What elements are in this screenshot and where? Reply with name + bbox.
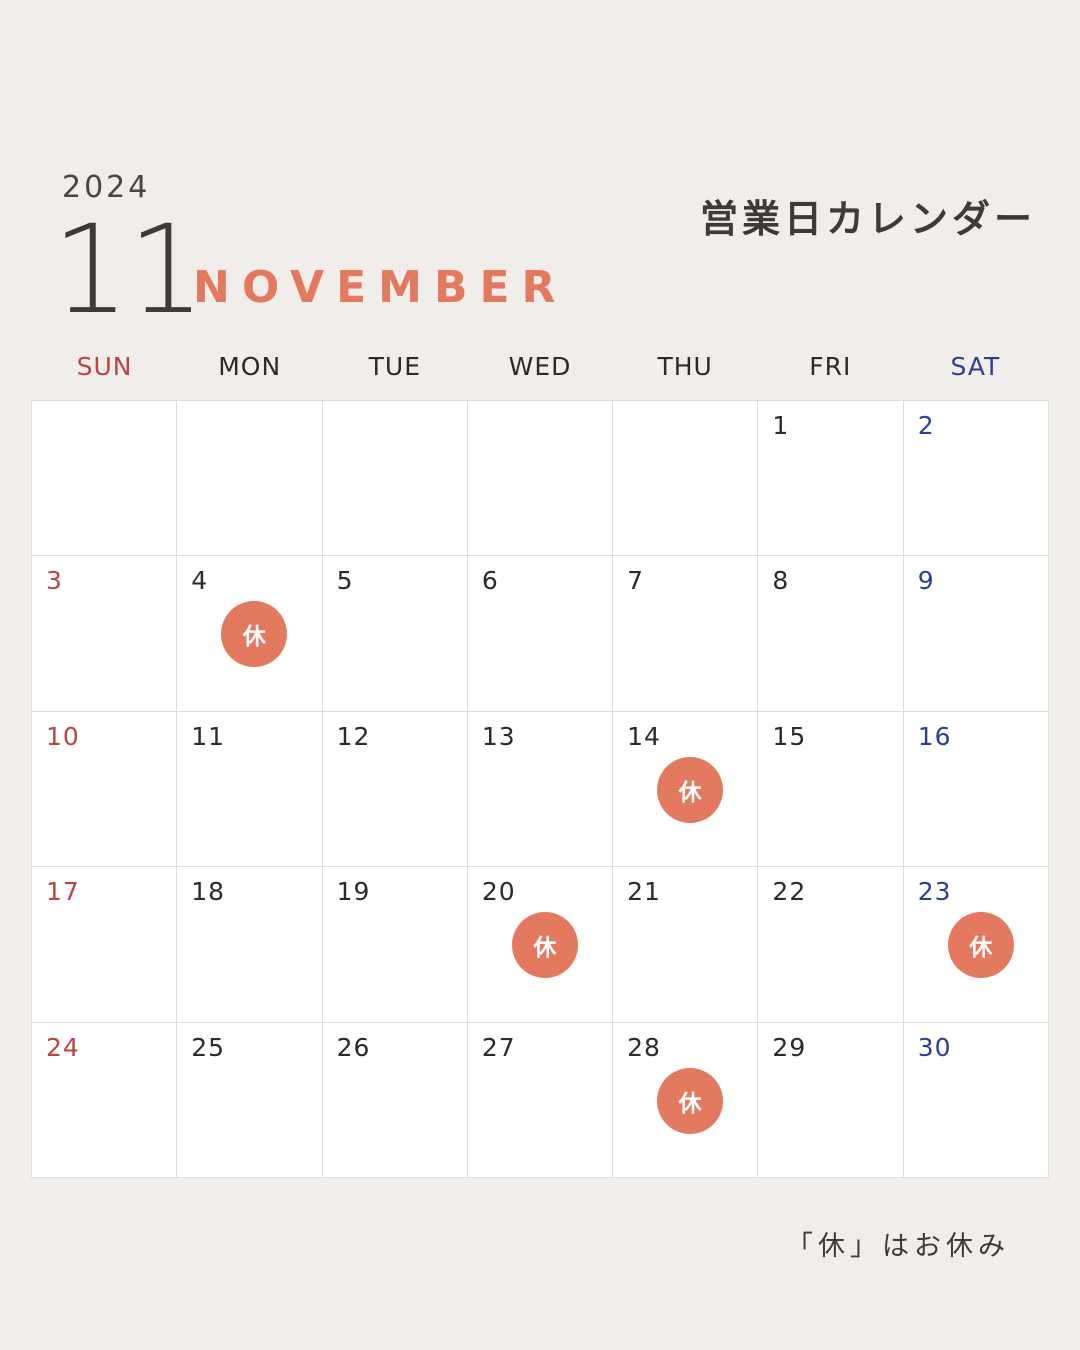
day-number: 11 <box>191 721 226 751</box>
weekday-mon: MON <box>218 352 282 381</box>
calendar-cell: 14 休 <box>613 711 758 867</box>
day-number: 8 <box>772 566 790 596</box>
weekday-sun: SUN <box>76 352 133 381</box>
day-number: 2 <box>917 411 935 440</box>
calendar-cell: 12 <box>322 711 467 867</box>
day-number: 30 <box>917 1032 952 1062</box>
month-number: 11 <box>52 199 205 341</box>
calendar-cell: 2 <box>903 401 1048 556</box>
day-number: 29 <box>772 1032 807 1062</box>
calendar-cell: 23 休 <box>903 867 1048 1022</box>
day-number: 16 <box>917 721 952 751</box>
month-name: NOVEMBER <box>193 262 568 313</box>
calendar-cell: 26 <box>322 1022 467 1177</box>
calendar-cell: 1 <box>758 401 903 556</box>
day-number: 25 <box>191 1032 226 1062</box>
calendar-cell: 16 <box>903 711 1048 867</box>
calendar-cell: 27 <box>467 1022 613 1177</box>
weekday-thu: THU <box>657 352 713 381</box>
calendar-cell <box>613 401 758 556</box>
day-number: 9 <box>917 566 935 596</box>
day-number: 28 <box>627 1032 661 1062</box>
day-number: 17 <box>46 877 80 907</box>
day-number: 15 <box>772 721 807 751</box>
calendar-cell: 10 <box>32 711 177 867</box>
calendar-cell: 4休 <box>177 556 322 711</box>
calendar-cell <box>467 401 613 556</box>
weekday-wed: WED <box>508 352 572 381</box>
day-number: 23 <box>917 877 952 907</box>
calendar-cell: 21 <box>613 867 758 1022</box>
calendar-cell: 9 <box>903 556 1048 711</box>
day-number: 26 <box>336 1032 371 1062</box>
calendar-cell: 13 <box>467 711 613 867</box>
day-number: 19 <box>336 877 371 907</box>
day-number: 12 <box>336 721 371 751</box>
calendar-cell: 30 <box>903 1022 1048 1177</box>
calendar-cell: 20 休 <box>467 867 613 1022</box>
day-number: 22 <box>772 877 807 907</box>
holiday-badge: 休 <box>511 912 578 979</box>
day-number: 3 <box>46 566 63 596</box>
calendar-cell: 22 <box>758 867 903 1022</box>
holiday-badge: 休 <box>947 912 1014 979</box>
calendar-cell: 11 <box>177 711 322 867</box>
weekday-sat: SAT <box>950 352 1001 381</box>
day-number: 10 <box>46 721 80 751</box>
holiday-badge: 休 <box>657 1067 724 1134</box>
day-number: 20 <box>481 877 516 907</box>
calendar-cell <box>177 401 322 556</box>
calendar-cell: 29 <box>758 1022 903 1177</box>
calendar-cell: 5 <box>322 556 467 711</box>
calendar-cell: 6 <box>467 556 613 711</box>
day-number: 13 <box>481 721 516 751</box>
page-title: 営業日カレンダー <box>699 197 1036 241</box>
holiday-badge: 休 <box>221 601 288 668</box>
day-number: 18 <box>191 877 226 907</box>
holiday-legend: 「休」はお休み <box>786 1231 1010 1262</box>
calendar-cell: 15 <box>758 711 903 867</box>
day-number: 5 <box>336 566 354 596</box>
calendar-cell: 24 <box>32 1022 177 1177</box>
calendar-cell: 17 <box>32 867 177 1022</box>
calendar-cell <box>32 401 177 556</box>
calendar-cell: 8 <box>758 556 903 711</box>
weekday-tue: TUE <box>368 352 422 381</box>
day-number: 6 <box>481 566 499 596</box>
day-number: 1 <box>772 411 790 440</box>
calendar-cell: 3 <box>32 556 177 711</box>
calendar-grid: 1 2 3 4 休 5 6 7 8 9 10 11 12 13 14 休 15 16 17 18 19 20 休 21 22 23… <box>31 400 1049 1178</box>
day-number: 14 <box>627 721 661 751</box>
day-number: 27 <box>481 1032 516 1062</box>
weekday-header-row: SUN MON TUE WED THU FRI SAT <box>32 352 1048 392</box>
calendar-cell: 18 <box>177 867 322 1022</box>
calendar-cell: 19 <box>322 867 467 1022</box>
day-number: 7 <box>627 566 645 596</box>
calendar-cell: 7 <box>613 556 758 711</box>
weekday-fri: FRI <box>809 352 852 381</box>
day-number: 21 <box>627 877 661 907</box>
day-number: 24 <box>46 1032 80 1062</box>
holiday-badge: 休 <box>657 756 724 823</box>
calendar-cell <box>322 401 467 556</box>
calendar-cell: 28 休 <box>613 1022 758 1177</box>
day-number: 4 <box>191 566 209 596</box>
calendar-cell: 25 <box>177 1022 322 1177</box>
